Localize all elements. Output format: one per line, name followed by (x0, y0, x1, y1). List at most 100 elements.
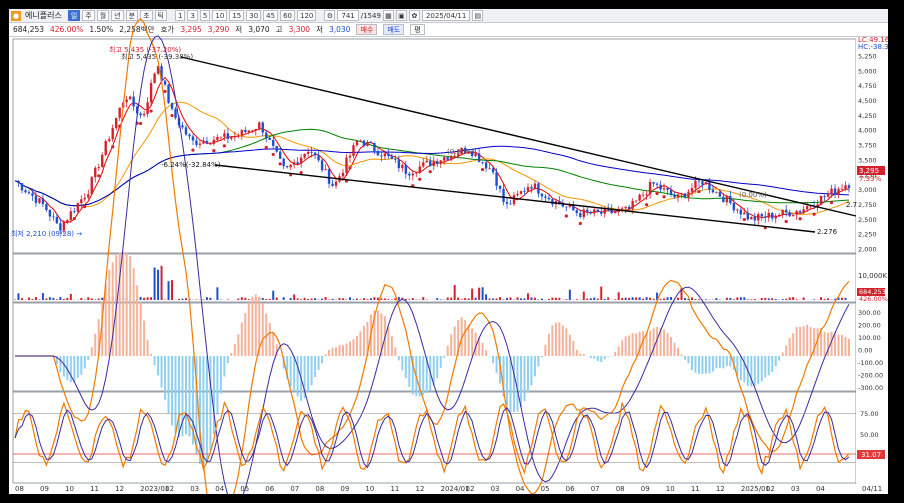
volume-bar (321, 298, 324, 300)
stock-chart[interactable]: 5,250 5,000 4,750 4,500 4,250 4,000 3,750 3,500… (9, 9, 888, 494)
macd-histogram-bar (781, 352, 784, 356)
volume-bar (408, 299, 411, 300)
x-axis-label: 02 (766, 485, 775, 493)
volume-bar (844, 297, 847, 300)
signal-marker (829, 201, 834, 205)
volume-bar (178, 298, 181, 300)
volume-bar (296, 298, 299, 300)
candle-body (627, 206, 631, 209)
candle-body (247, 130, 250, 132)
candle-body (83, 197, 86, 200)
macd-histogram-bar (711, 356, 714, 372)
volume-bar (523, 298, 526, 300)
candle-body (509, 203, 512, 205)
candle-body (432, 161, 435, 166)
price-panel[interactable] (12, 38, 857, 254)
macd-histogram-bar (760, 356, 763, 382)
macd-histogram-bar (575, 349, 578, 356)
volume-bar (216, 287, 219, 300)
volume-bar (457, 297, 460, 300)
signal-marker (97, 174, 101, 178)
candle-body (415, 172, 418, 174)
volume-bar (694, 299, 697, 300)
macd-histogram-bar (774, 356, 777, 367)
candle-body (540, 193, 544, 197)
macd-histogram-bar (80, 356, 83, 375)
macd-histogram-bar (219, 356, 222, 394)
price-y-tick: 5,000 (858, 67, 877, 75)
macd-y-tick: 0.00 (858, 347, 872, 355)
volume-bar (638, 297, 641, 300)
macd-histogram-bar (261, 302, 264, 356)
signal-marker (278, 162, 282, 166)
channel-annotation: -6.24%(-32.84%) (161, 161, 221, 169)
stoch-y-tick: 75.00 (860, 410, 879, 418)
candle-body (840, 188, 844, 190)
volume-bar (342, 298, 345, 300)
x-axis-label: 10 (65, 485, 74, 493)
candle-body (73, 211, 76, 213)
x-axis-label: 09 (340, 485, 349, 493)
candle-body (296, 162, 299, 164)
candle-body (781, 209, 784, 215)
macd-histogram-bar (233, 344, 236, 356)
volume-bar (436, 298, 439, 300)
x-axis-label: 08 (315, 485, 324, 493)
candle-body (673, 194, 676, 198)
volume-bar (753, 299, 756, 300)
lower-line-label: 2.276 (817, 228, 838, 236)
macd-histogram-bar (708, 356, 711, 374)
volume-panel[interactable] (12, 253, 857, 303)
macd-histogram-bar (624, 336, 627, 356)
macd-histogram-bar (174, 356, 177, 434)
volume-bar (373, 297, 376, 300)
stochastic-panel[interactable] (12, 391, 857, 484)
macd-histogram-bar (87, 356, 90, 361)
macd-histogram-bar (310, 356, 313, 386)
volume-bar (244, 297, 247, 300)
volume-bar (492, 298, 495, 300)
candle-body (743, 212, 746, 215)
candle-body (533, 183, 537, 189)
candle-body (198, 143, 202, 145)
candle-body (750, 216, 753, 220)
volume-bar (635, 297, 638, 300)
candle-body (551, 199, 554, 205)
candle-body (216, 136, 219, 140)
upper-line-label: 2.7 (846, 201, 857, 209)
macd-y-tick: -100.00 (858, 359, 883, 367)
macd-histogram-bar (279, 355, 282, 356)
volume-bar (485, 294, 488, 300)
price-y-tick: 3,500 (858, 156, 877, 164)
volume-bar (226, 299, 229, 300)
candle-body (320, 160, 324, 171)
macd-histogram-bar (422, 356, 425, 395)
macd-histogram-bar (328, 349, 331, 356)
macd-histogram-bar (157, 356, 160, 376)
price-y-tick: 2,750 (858, 201, 877, 209)
candle-body (519, 191, 523, 194)
macd-histogram-bar (394, 347, 397, 356)
volume-bar (48, 297, 51, 300)
macd-histogram-bar (579, 353, 582, 356)
macd-histogram-bar (785, 345, 788, 356)
volume-bar (739, 297, 742, 300)
volume-bar (41, 293, 44, 300)
candle-body (620, 208, 624, 210)
macd-histogram-bar (251, 296, 254, 356)
candle-body (52, 216, 55, 218)
macd-histogram-bar (443, 356, 446, 358)
candle-body (791, 214, 795, 217)
x-axis-label: 12 (716, 485, 725, 493)
candle-body (390, 156, 394, 159)
volume-bar (746, 299, 749, 300)
macd-histogram-bar (132, 268, 135, 356)
volume-bar (355, 298, 358, 300)
candle-body (146, 102, 149, 114)
candle-body (373, 142, 376, 152)
candle-body (87, 194, 90, 198)
volume-bar (554, 297, 557, 300)
candle-body (90, 177, 93, 195)
volume-bar (422, 297, 425, 300)
volume-bar (87, 297, 90, 300)
